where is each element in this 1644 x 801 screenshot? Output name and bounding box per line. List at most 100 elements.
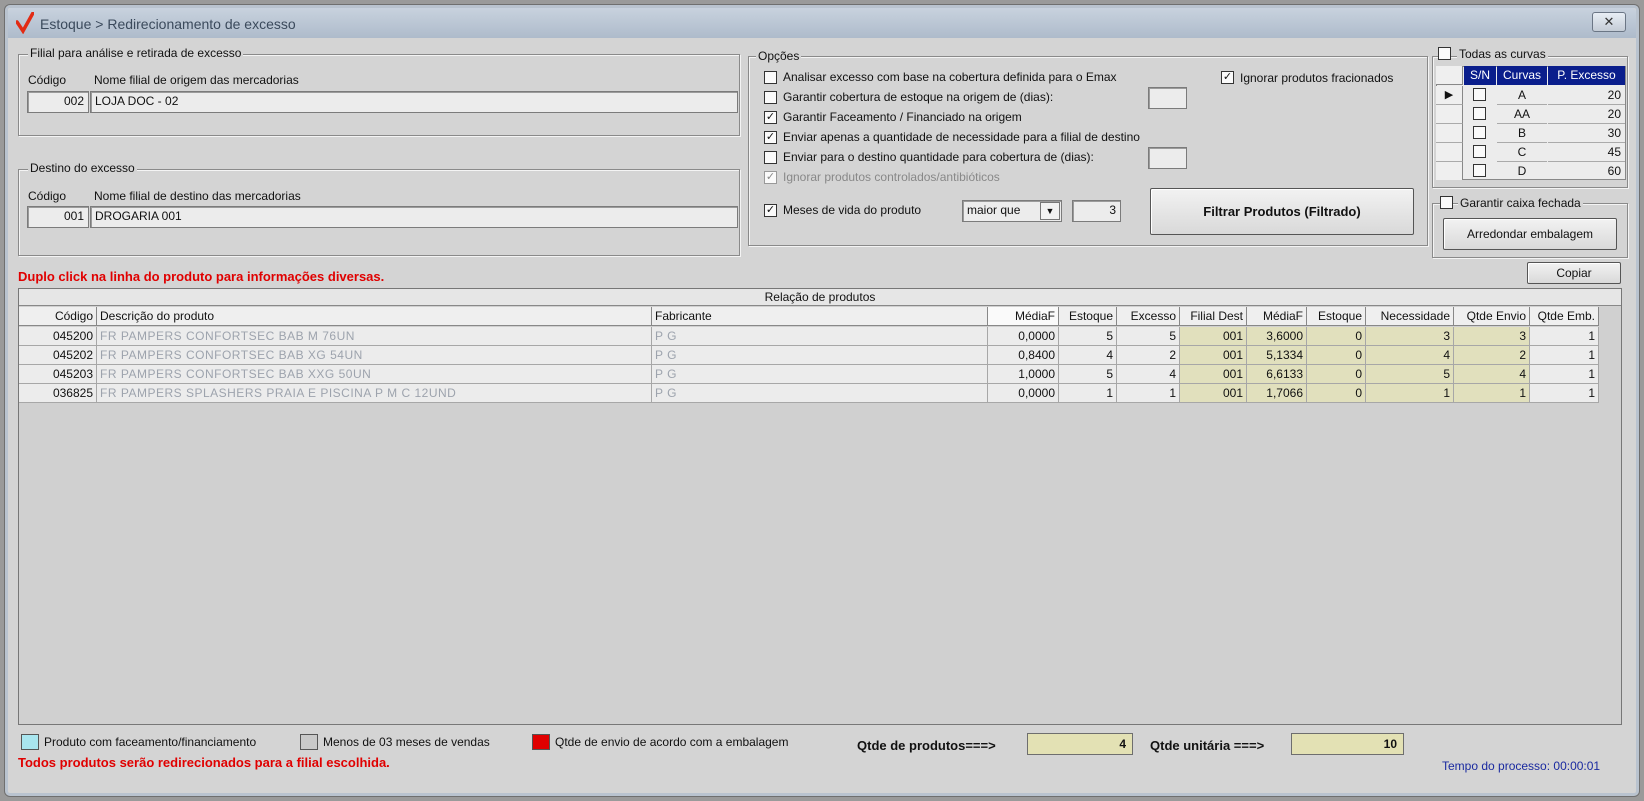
legend-label-embalagem: Qtde de envio de acordo com a embalagem: [555, 735, 789, 749]
legend-label-faceamento: Produto com faceamento/financiamento: [44, 735, 257, 749]
cell-necessidade: 5: [1366, 365, 1454, 384]
curva-b-checkbox[interactable]: [1473, 126, 1486, 139]
row-header-cell: [1436, 105, 1463, 124]
origem-codigo-field[interactable]: 002: [27, 91, 89, 113]
opcao-emax-label: Analisar excesso com base na cobertura d…: [783, 70, 1117, 84]
opcao-controlados-label: Ignorar produtos controlados/antibiótico…: [783, 170, 1000, 184]
cell-mediaf-dest: 1,7066: [1247, 384, 1307, 403]
cell-excesso: 5: [1117, 327, 1180, 346]
qtde-produtos-label: Qtde de produtos===>: [857, 738, 996, 753]
dias-cobertura-origem-input[interactable]: [1148, 87, 1187, 109]
curva-name: C: [1497, 143, 1547, 162]
col-header[interactable]: MédiaF: [1247, 307, 1307, 326]
cell-codigo: 036825: [19, 384, 97, 403]
cell-estoque: 5: [1059, 327, 1117, 346]
cell-codigo: 045200: [19, 327, 97, 346]
col-header[interactable]: Necessidade: [1366, 307, 1454, 326]
cell-descricao: FR PAMPERS CONFORTSEC BAB M 76UN: [97, 327, 652, 346]
opcao-cobertura-origem-checkbox[interactable]: [764, 91, 777, 104]
cell-fabricante: P G: [652, 384, 988, 403]
cell-estoque: 4: [1059, 346, 1117, 365]
cell-qtde-emb: 1: [1530, 327, 1599, 346]
curvas-header-curvas: Curvas: [1497, 66, 1547, 85]
todas-curvas-label: Todas as curvas: [1457, 47, 1548, 61]
origem-nome-label: Nome filial de origem das mercadorias: [94, 73, 299, 87]
chevron-down-icon[interactable]: ▼: [1040, 202, 1060, 220]
curva-c-checkbox[interactable]: [1473, 145, 1486, 158]
cell-estoque-dest: 0: [1307, 384, 1366, 403]
opcao-necessidade-checkbox[interactable]: ✓: [764, 131, 777, 144]
curva-name: B: [1497, 124, 1547, 143]
cell-qtde-emb: 1: [1530, 346, 1599, 365]
col-header[interactable]: Excesso: [1117, 307, 1180, 326]
cell-mediaf: 1,0000: [988, 365, 1059, 384]
curva-d-checkbox[interactable]: [1473, 164, 1486, 177]
legend-label-menos-meses: Menos de 03 meses de vendas: [323, 735, 490, 749]
col-header[interactable]: Fabricante: [652, 307, 988, 326]
destino-group-title: Destino do excesso: [28, 161, 137, 175]
meses-vida-checkbox[interactable]: ✓: [764, 204, 777, 217]
origem-nome-field[interactable]: LOJA DOC - 02: [90, 91, 738, 113]
cell-descricao: FR PAMPERS SPLASHERS PRAIA E PISCINA P M…: [97, 384, 652, 403]
cell-necessidade: 1: [1366, 384, 1454, 403]
filtrar-produtos-button[interactable]: Filtrar Produtos (Filtrado): [1150, 188, 1414, 235]
close-button[interactable]: ✕: [1592, 12, 1626, 32]
ignorar-fracionados-checkbox[interactable]: ✓: [1221, 71, 1234, 84]
origem-group-title: Filial para análise e retirada de excess…: [28, 46, 244, 60]
col-header[interactable]: Qtde Emb.: [1530, 307, 1599, 326]
destino-nome-label: Nome filial de destino das mercadorias: [94, 189, 301, 203]
cell-codigo: 045202: [19, 346, 97, 365]
arredondar-embalagem-button[interactable]: Arredondar embalagem: [1443, 218, 1617, 250]
cell-fabricante: P G: [652, 346, 988, 365]
curva-a-checkbox[interactable]: [1473, 88, 1486, 101]
curva-name: D: [1517, 164, 1527, 178]
cell-mediaf-dest: 3,6000: [1247, 327, 1307, 346]
cell-qtde-envio: 4: [1454, 365, 1530, 384]
col-header[interactable]: Qtde Envio: [1454, 307, 1530, 326]
curva-aa-checkbox[interactable]: [1473, 107, 1486, 120]
opcao-faceamento-checkbox[interactable]: ✓: [764, 111, 777, 124]
dias-cobertura-destino-input[interactable]: [1148, 147, 1187, 169]
produtos-grid-title: Relação de produtos: [19, 289, 1621, 306]
opcao-cobertura-destino-label: Enviar para o destino quantidade para co…: [783, 150, 1094, 164]
curva-excesso: 30: [1548, 124, 1625, 143]
cell-excesso: 2: [1117, 346, 1180, 365]
opcao-emax-checkbox[interactable]: [764, 71, 777, 84]
col-header[interactable]: Estoque: [1307, 307, 1366, 326]
curvas-header-excesso: P. Excesso: [1548, 66, 1625, 85]
cell-estoque: 1: [1059, 384, 1117, 403]
legend-swatch-menos-meses: [300, 734, 318, 750]
cell-descricao: FR PAMPERS CONFORTSEC BAB XXG 50UN: [97, 365, 652, 384]
legend-swatch-embalagem: [532, 734, 550, 750]
row-pointer-icon: ▶: [1436, 86, 1463, 105]
destino-nome-field[interactable]: DROGARIA 001: [90, 206, 738, 228]
col-header[interactable]: Descrição do produto: [97, 307, 652, 326]
meses-vida-value-input[interactable]: 3: [1072, 200, 1121, 222]
cell-estoque-dest: 0: [1307, 346, 1366, 365]
ignorar-fracionados-label: Ignorar produtos fracionados: [1240, 71, 1394, 85]
cell-estoque-dest: 0: [1307, 365, 1366, 384]
cell-filial-dest: 001: [1180, 365, 1247, 384]
row-header-cell: [1436, 124, 1463, 143]
cell-filial-dest: 001: [1180, 327, 1247, 346]
cell-qtde-envio: 3: [1454, 327, 1530, 346]
curva-excesso: 20: [1548, 105, 1625, 124]
opcao-controlados-checkbox: ✓: [764, 171, 777, 184]
cell-estoque: 5: [1059, 365, 1117, 384]
opcao-cobertura-destino-checkbox[interactable]: [764, 151, 777, 164]
origem-codigo-label: Código: [28, 73, 67, 87]
redirecionamento-note: Todos produtos serão redirecionados para…: [18, 755, 390, 770]
curvas-header-sn: S/N: [1464, 66, 1496, 85]
close-icon: ✕: [1603, 14, 1615, 29]
cell-descricao: FR PAMPERS CONFORTSEC BAB XG 54UN: [97, 346, 652, 365]
col-header[interactable]: Filial Dest: [1180, 307, 1247, 326]
cell-qtde-emb: 1: [1530, 365, 1599, 384]
destino-codigo-field[interactable]: 001: [27, 206, 89, 228]
col-header[interactable]: Estoque: [1059, 307, 1117, 326]
copiar-button[interactable]: Copiar: [1527, 262, 1621, 284]
col-header[interactable]: Código: [19, 307, 97, 326]
garantir-caixa-checkbox[interactable]: [1440, 196, 1453, 209]
col-header[interactable]: MédiaF: [988, 307, 1059, 326]
destino-codigo-label: Código: [28, 189, 67, 203]
todas-curvas-checkbox[interactable]: [1438, 47, 1451, 60]
